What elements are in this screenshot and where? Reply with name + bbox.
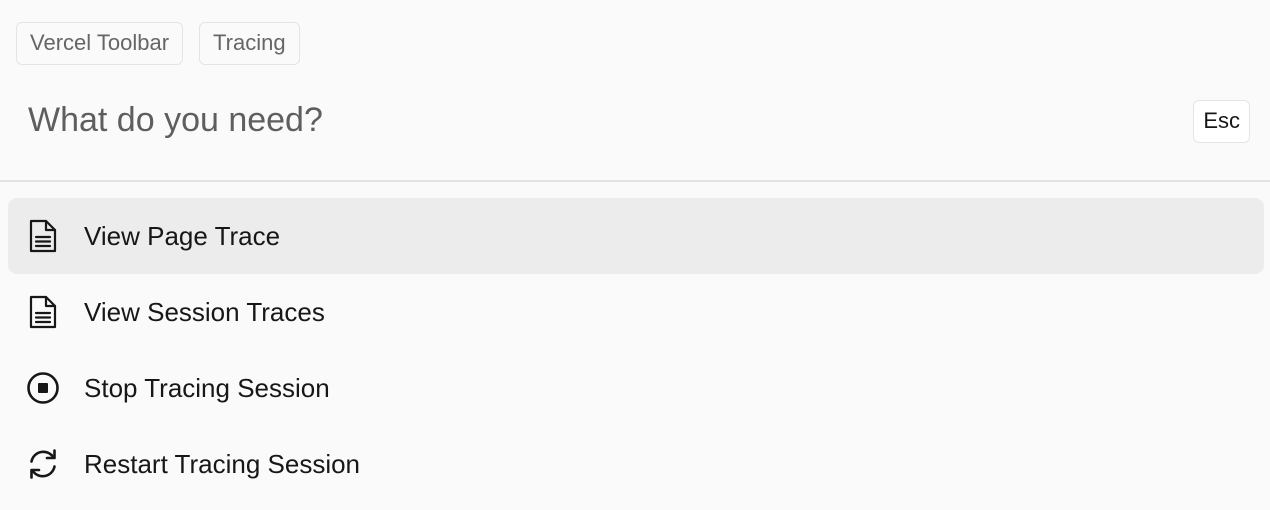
breadcrumb: Vercel Toolbar Tracing xyxy=(16,22,300,65)
divider xyxy=(0,180,1270,182)
menu-item-label: View Session Traces xyxy=(84,297,325,327)
menu-item-label: View Page Trace xyxy=(84,221,281,251)
menu-item-view-session-traces[interactable]: View Session Traces xyxy=(8,274,1264,350)
menu-item-stop-tracing-session[interactable]: Stop Tracing Session xyxy=(8,350,1264,426)
menu-item-view-page-trace[interactable]: View Page Trace xyxy=(8,198,1264,274)
menu-item-label: Restart Tracing Session xyxy=(84,449,361,479)
search-row: Esc xyxy=(0,84,1270,156)
stop-circle-icon xyxy=(26,371,60,405)
search-input[interactable] xyxy=(28,92,1168,148)
results-list: View Page Trace View Session Traces Stop… xyxy=(8,198,1264,502)
refresh-icon xyxy=(26,447,60,481)
document-icon xyxy=(26,219,60,253)
esc-button[interactable]: Esc xyxy=(1193,100,1250,143)
breadcrumb-item-vercel-toolbar[interactable]: Vercel Toolbar xyxy=(16,22,184,65)
breadcrumb-item-tracing[interactable]: Tracing xyxy=(199,22,300,65)
menu-item-label: Stop Tracing Session xyxy=(84,373,330,403)
menu-item-restart-tracing-session[interactable]: Restart Tracing Session xyxy=(8,426,1264,502)
command-palette: Vercel Toolbar Tracing Esc View Page Tra… xyxy=(0,0,1270,510)
document-icon xyxy=(26,295,60,329)
